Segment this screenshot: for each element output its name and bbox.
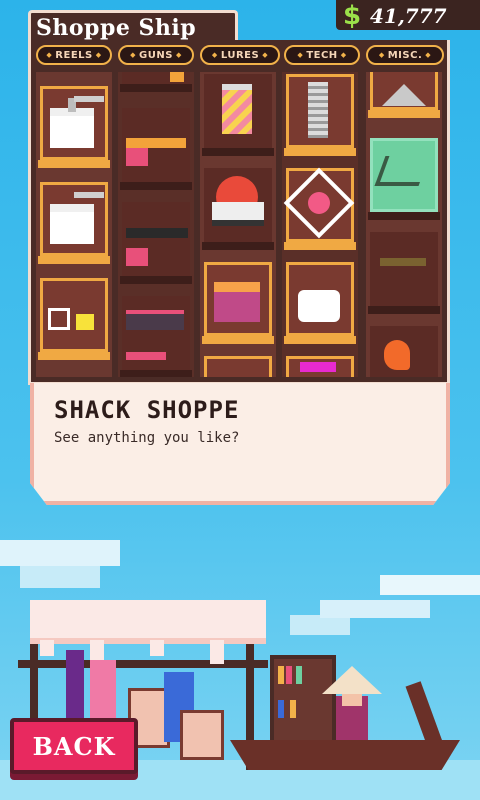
speaker-name: SHACK SHOPPE <box>54 396 240 424</box>
item-slot-tech-2[interactable] <box>283 167 356 250</box>
reel-icon <box>50 108 94 148</box>
gun-icon <box>126 228 188 238</box>
lures-column <box>200 72 276 377</box>
straw-hat <box>322 666 382 694</box>
shrimp-icon <box>384 340 410 370</box>
reel-icon <box>48 308 70 330</box>
cloud <box>380 575 480 595</box>
reels-column <box>36 72 112 377</box>
reel-icon <box>50 204 94 244</box>
tab-reels[interactable]: REELS <box>36 45 112 65</box>
back-button[interactable]: BACK <box>10 718 138 774</box>
item-slot-lure-4[interactable] <box>202 356 274 377</box>
tab-tech[interactable]: TECH <box>284 45 360 65</box>
tab-misc[interactable]: MISC. <box>366 45 444 65</box>
item-slot-reel-1[interactable] <box>38 86 110 168</box>
item-slot-reel-2[interactable] <box>38 182 110 264</box>
gun-icon <box>126 310 184 330</box>
item-slot-misc-2[interactable] <box>368 138 440 220</box>
item-slot-misc-3[interactable] <box>368 232 440 314</box>
clip-icon <box>298 290 340 322</box>
cloud <box>320 600 430 618</box>
item-slot-gun-1[interactable] <box>120 108 192 190</box>
item-slot-gun-2[interactable] <box>120 202 192 284</box>
item-slot-misc-4[interactable] <box>368 326 440 377</box>
guns-column <box>118 72 194 377</box>
tab-guns[interactable]: GUNS <box>118 45 194 65</box>
item-slot-tech-3[interactable] <box>284 262 356 344</box>
boat-hull <box>230 740 460 770</box>
cloud <box>0 540 120 566</box>
lure-can-icon <box>222 84 252 134</box>
item-slot-tech-4[interactable] <box>284 356 356 377</box>
hat-icon <box>380 258 426 266</box>
tab-lures[interactable]: LURES <box>200 45 280 65</box>
rock-icon <box>382 84 426 106</box>
item-slot-gun-0[interactable] <box>120 72 192 92</box>
item-slot-gun-3[interactable] <box>120 296 192 377</box>
item-slot-lure-3[interactable] <box>202 262 274 344</box>
spring-icon <box>308 82 328 138</box>
item-slot-tech-1[interactable] <box>284 74 356 156</box>
item-slot-lure-2[interactable] <box>202 168 274 250</box>
stall-beam <box>18 660 268 668</box>
cloud <box>20 566 100 588</box>
misc-column <box>366 72 442 377</box>
money-amount: 41,777 <box>370 4 447 28</box>
stall-awning <box>30 600 266 644</box>
item-slot-reel-3[interactable] <box>38 278 110 360</box>
item-grid <box>36 72 444 377</box>
barrel <box>180 710 224 760</box>
item-slot-lure-1[interactable] <box>202 74 274 156</box>
cloud <box>290 615 350 635</box>
item-slot-misc-1[interactable] <box>368 72 440 118</box>
dollar-icon: $ <box>343 1 362 31</box>
tech-column <box>282 72 358 377</box>
gun-icon <box>126 138 186 148</box>
dialog-text: See anything you like? <box>54 430 240 446</box>
lure-robot-icon <box>214 282 260 322</box>
shop-title: Shoppe Ship <box>36 15 197 41</box>
